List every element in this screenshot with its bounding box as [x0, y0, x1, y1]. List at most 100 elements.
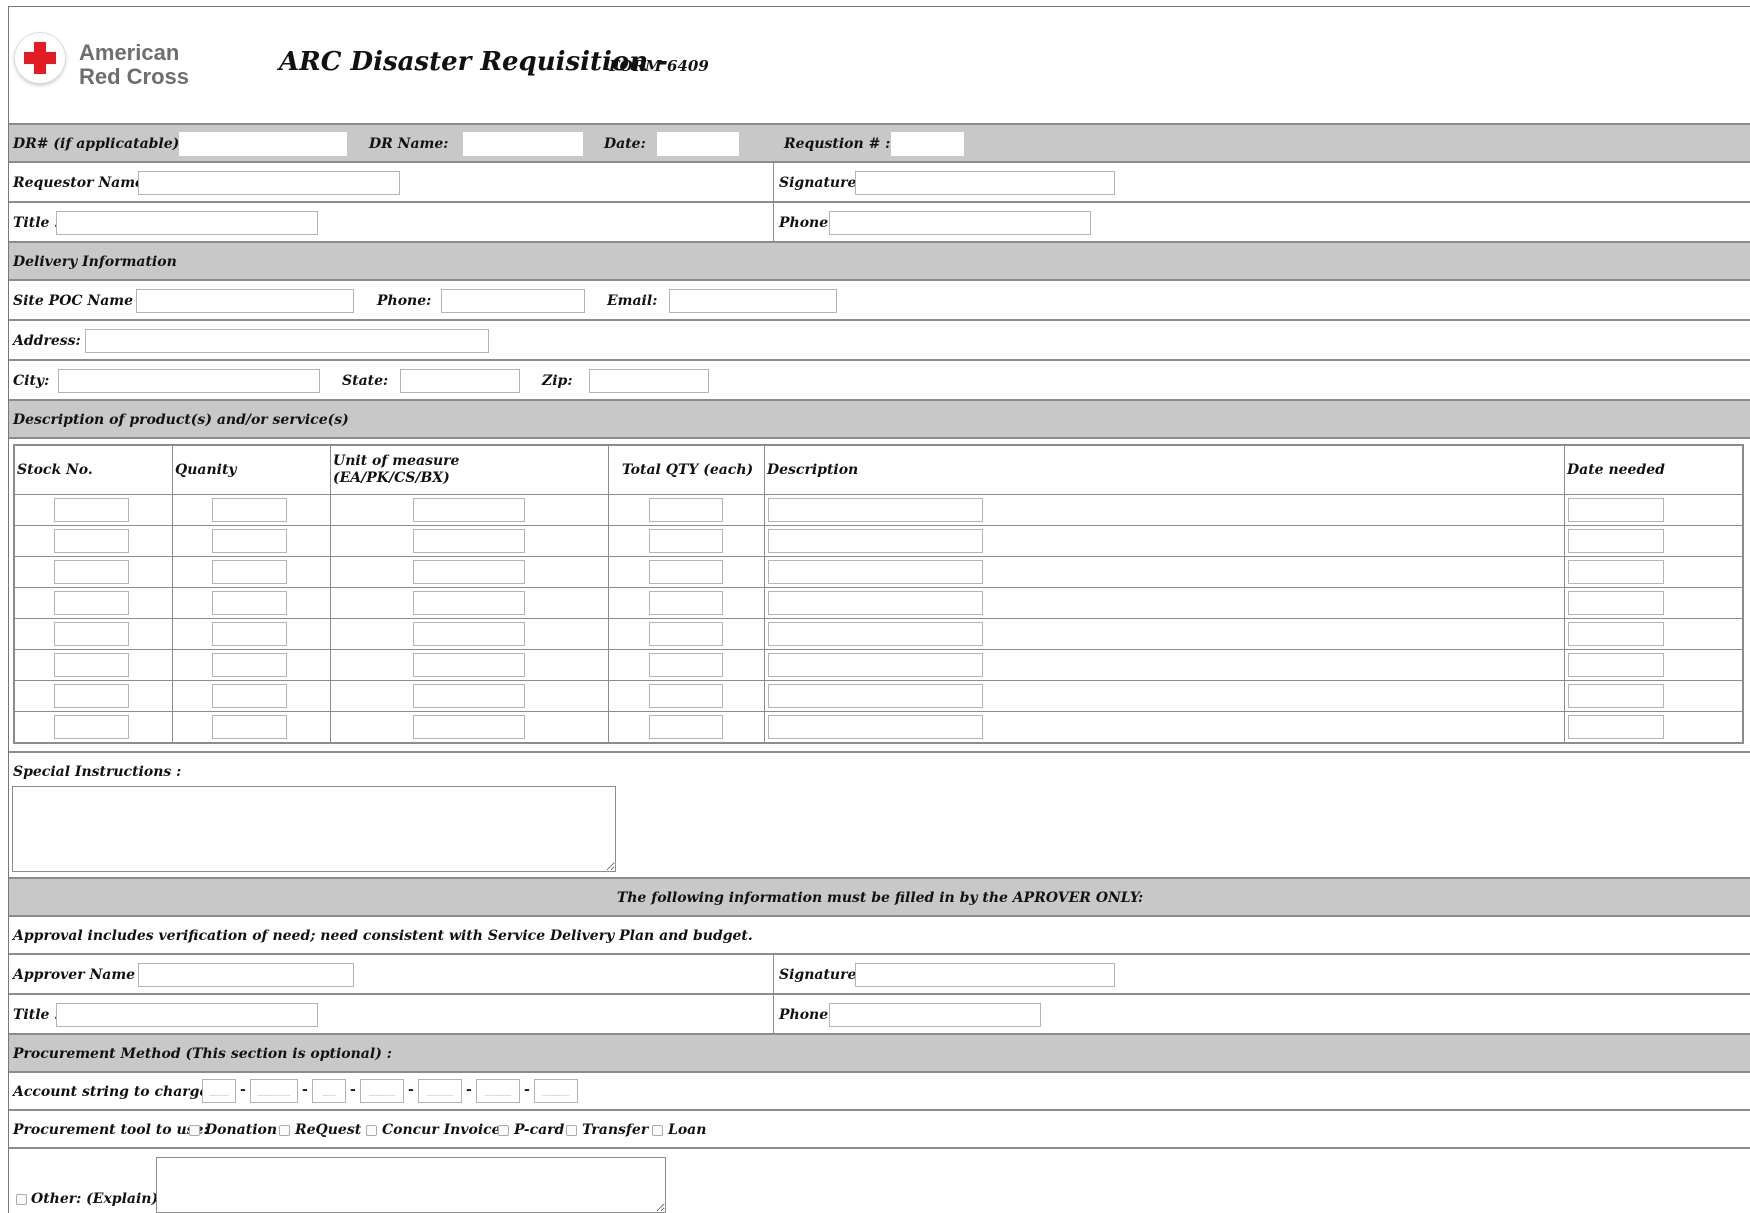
total-qty-input[interactable] — [649, 560, 723, 584]
unit-of-measure-input[interactable] — [413, 498, 525, 522]
unit-of-measure-input[interactable] — [413, 715, 525, 739]
stock-no-input[interactable] — [54, 653, 129, 677]
description-input[interactable] — [768, 560, 983, 584]
date-needed-input[interactable] — [1568, 591, 1664, 615]
procurement-tool-checkbox[interactable] — [498, 1125, 509, 1136]
unit-of-measure-input[interactable] — [413, 529, 525, 553]
unit-of-measure-input[interactable] — [413, 591, 525, 615]
quantity-input[interactable] — [212, 622, 287, 646]
requisition-form: American Red Cross ARC Disaster Requisit… — [8, 6, 1750, 1213]
date-needed-input[interactable] — [1568, 498, 1664, 522]
approver-signature-input[interactable] — [855, 963, 1115, 987]
unit-of-measure-input[interactable] — [413, 653, 525, 677]
requestor-name-input[interactable] — [138, 171, 400, 195]
stock-no-input[interactable] — [54, 591, 129, 615]
col-quantity: Quanity — [172, 444, 331, 495]
address-input[interactable] — [85, 329, 489, 353]
table-body — [13, 494, 1744, 744]
requestor-name-label: Requestor Name : — [13, 175, 154, 191]
quantity-input[interactable] — [212, 653, 287, 677]
account-segment-input[interactable]: _____ — [250, 1079, 298, 1103]
stock-no-input[interactable] — [54, 622, 129, 646]
date-needed-input[interactable] — [1568, 529, 1664, 553]
table-cell — [1564, 556, 1744, 588]
procurement-tool-checkbox[interactable] — [366, 1125, 377, 1136]
date-input[interactable] — [657, 132, 739, 156]
segment-separator: - — [524, 1082, 530, 1098]
other-explain-textarea[interactable] — [156, 1157, 666, 1213]
date-needed-input[interactable] — [1568, 622, 1664, 646]
quantity-input[interactable] — [212, 684, 287, 708]
delivery-phone-input[interactable] — [441, 289, 585, 313]
total-qty-input[interactable] — [649, 591, 723, 615]
state-input[interactable] — [400, 369, 520, 393]
procurement-tool-label-item: P-card — [514, 1122, 565, 1138]
procurement-tool-checkbox[interactable] — [566, 1125, 577, 1136]
description-input[interactable] — [768, 591, 983, 615]
approver-phone-input[interactable] — [829, 1003, 1041, 1027]
date-needed-input[interactable] — [1568, 653, 1664, 677]
account-segment-input[interactable]: __ — [312, 1079, 346, 1103]
special-instructions-label: Special Instructions : — [13, 764, 182, 780]
special-instructions-textarea[interactable] — [12, 786, 616, 872]
description-input[interactable] — [768, 529, 983, 553]
description-input[interactable] — [768, 715, 983, 739]
total-qty-input[interactable] — [649, 684, 723, 708]
site-poc-input[interactable] — [136, 289, 354, 313]
requestor-phone-input[interactable] — [829, 211, 1091, 235]
total-qty-input[interactable] — [649, 622, 723, 646]
stock-no-input[interactable] — [54, 715, 129, 739]
procurement-tool-checkbox[interactable] — [652, 1125, 663, 1136]
account-segment-input[interactable]: ___ — [202, 1079, 236, 1103]
approver-note-row: Approval includes verification of need; … — [9, 917, 1750, 955]
account-segment-input[interactable]: ____ — [360, 1079, 404, 1103]
account-segment-input[interactable]: ____ — [418, 1079, 462, 1103]
account-segment-input[interactable]: ____ — [534, 1079, 578, 1103]
total-qty-input[interactable] — [649, 653, 723, 677]
total-qty-input[interactable] — [649, 498, 723, 522]
procurement-tool-checkbox[interactable] — [279, 1125, 290, 1136]
unit-of-measure-input[interactable] — [413, 622, 525, 646]
approver-title-row: Title : Phone: — [9, 995, 1750, 1035]
table-row — [13, 649, 1744, 681]
quantity-input[interactable] — [212, 498, 287, 522]
unit-of-measure-input[interactable] — [413, 684, 525, 708]
table-cell — [13, 711, 173, 744]
stock-no-input[interactable] — [54, 684, 129, 708]
city-input[interactable] — [58, 369, 320, 393]
form-number: FORM 6409 — [609, 57, 709, 75]
delivery-email-input[interactable] — [669, 289, 837, 313]
total-qty-input[interactable] — [649, 529, 723, 553]
date-needed-input[interactable] — [1568, 684, 1664, 708]
total-qty-input[interactable] — [649, 715, 723, 739]
description-input[interactable] — [768, 622, 983, 646]
account-segment-input[interactable]: ____ — [476, 1079, 520, 1103]
requisition-number-input[interactable] — [891, 132, 964, 156]
date-needed-input[interactable] — [1568, 560, 1664, 584]
stock-no-input[interactable] — [54, 498, 129, 522]
requestor-title-input[interactable] — [56, 211, 318, 235]
procurement-tool-checkbox[interactable] — [189, 1125, 200, 1136]
col-total-qty: Total QTY (each) — [608, 444, 765, 495]
stock-no-input[interactable] — [54, 560, 129, 584]
approver-name-input[interactable] — [138, 963, 354, 987]
dr-name-input[interactable] — [463, 132, 583, 156]
zip-input[interactable] — [589, 369, 709, 393]
table-cell — [172, 525, 331, 557]
requestor-signature-input[interactable] — [855, 171, 1115, 195]
dr-number-input[interactable] — [179, 132, 347, 156]
quantity-input[interactable] — [212, 529, 287, 553]
quantity-input[interactable] — [212, 715, 287, 739]
quantity-input[interactable] — [212, 560, 287, 584]
other-checkbox[interactable] — [16, 1194, 27, 1205]
description-input[interactable] — [768, 684, 983, 708]
unit-of-measure-input[interactable] — [413, 560, 525, 584]
date-needed-input[interactable] — [1568, 715, 1664, 739]
stock-no-input[interactable] — [54, 529, 129, 553]
description-input[interactable] — [768, 653, 983, 677]
approver-title-input[interactable] — [56, 1003, 318, 1027]
delivery-section-header: Delivery Information — [9, 243, 1750, 281]
description-input[interactable] — [768, 498, 983, 522]
quantity-input[interactable] — [212, 591, 287, 615]
delivery-address-row: Address: — [9, 321, 1750, 361]
